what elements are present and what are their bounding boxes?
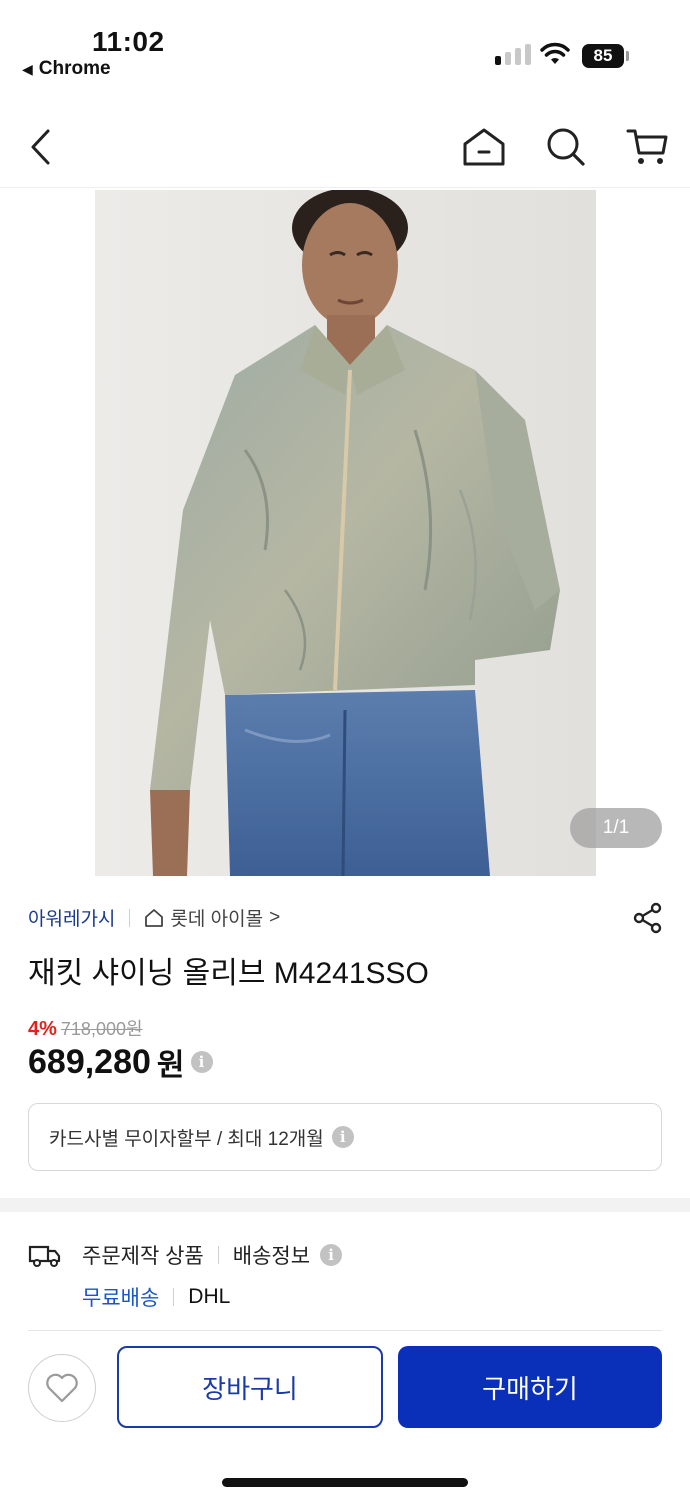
- section-divider: [0, 1198, 690, 1212]
- search-icon: [547, 128, 585, 166]
- installment-info-icon[interactable]: i: [331, 1126, 354, 1148]
- battery-icon: 85: [582, 44, 624, 68]
- delivery-type-row: 주문제작 상품 배송정보 i: [82, 1240, 343, 1270]
- shipping-row: 무료배송 DHL: [82, 1282, 230, 1312]
- store-label: 롯데 아이몰: [170, 909, 264, 930]
- card-installment-text: 카드사별 무이자할부 / 최대 12개월: [49, 1128, 324, 1150]
- product-photo-illustration: [95, 190, 596, 876]
- shipping-divider: [173, 1288, 175, 1306]
- brand-divider: [129, 908, 131, 927]
- chevron-right-icon: >: [269, 906, 281, 928]
- product-photo[interactable]: [95, 190, 596, 876]
- content-divider: [28, 1330, 662, 1331]
- delivery-info-link[interactable]: 배송정보: [233, 1240, 310, 1270]
- back-to-app-link[interactable]: ◀ Chrome: [22, 58, 111, 80]
- free-shipping-label: 무료배송: [82, 1287, 160, 1310]
- wifi-icon: [540, 42, 570, 64]
- status-time: 11:02: [92, 26, 165, 57]
- discount-row: 4% 718,000원: [28, 1015, 143, 1041]
- buy-now-button[interactable]: 구매하기: [398, 1346, 662, 1428]
- wishlist-button[interactable]: [28, 1354, 96, 1422]
- price-unit: 원: [156, 1049, 185, 1082]
- top-navigation: [0, 110, 690, 188]
- home-indicator: [222, 1478, 468, 1487]
- product-image-gallery[interactable]: [0, 190, 690, 876]
- back-triangle-icon: ◀: [22, 60, 33, 77]
- delivery-type: 주문제작 상품: [82, 1245, 204, 1268]
- home-icon: [463, 128, 505, 166]
- discount-rate: 4%: [28, 1018, 57, 1040]
- signal-icon: [495, 44, 531, 65]
- home-button[interactable]: [459, 122, 509, 172]
- delivery-divider: [217, 1246, 219, 1264]
- back-button[interactable]: [16, 122, 66, 172]
- brand-row: 아워레가시 롯데 아이몰 >: [28, 904, 280, 931]
- heart-icon: [46, 1373, 78, 1403]
- carrier-label: DHL: [188, 1285, 231, 1308]
- card-installment-box[interactable]: 카드사별 무이자할부 / 최대 12개월 i: [28, 1103, 662, 1171]
- cart-button[interactable]: [622, 122, 672, 172]
- brand-link[interactable]: 아워레가시: [28, 904, 115, 931]
- image-counter: 1/1: [570, 808, 662, 848]
- sale-price: 689,280: [28, 1042, 151, 1081]
- original-price: 718,000원: [60, 1019, 143, 1039]
- add-to-cart-button[interactable]: 장바구니: [117, 1346, 383, 1428]
- back-arrow-icon: [31, 129, 50, 165]
- delivery-truck-icon: [28, 1245, 61, 1267]
- share-icon: [633, 902, 662, 934]
- price-row: 689,280 원 i: [28, 1040, 213, 1084]
- delivery-info-icon[interactable]: i: [320, 1244, 343, 1266]
- status-bar: 11:02 ◀ Chrome 85: [0, 0, 690, 96]
- cart-icon: [626, 129, 668, 164]
- store-link[interactable]: 롯데 아이몰 >: [144, 904, 280, 931]
- product-title: 재킷 샤이닝 올리브 M4241SSO: [28, 957, 429, 990]
- price-info-icon[interactable]: i: [190, 1051, 213, 1073]
- store-home-icon: [145, 908, 164, 927]
- share-button[interactable]: [628, 898, 668, 938]
- battery-tip: [626, 51, 629, 61]
- back-app-label: Chrome: [38, 58, 111, 79]
- search-button[interactable]: [541, 122, 591, 172]
